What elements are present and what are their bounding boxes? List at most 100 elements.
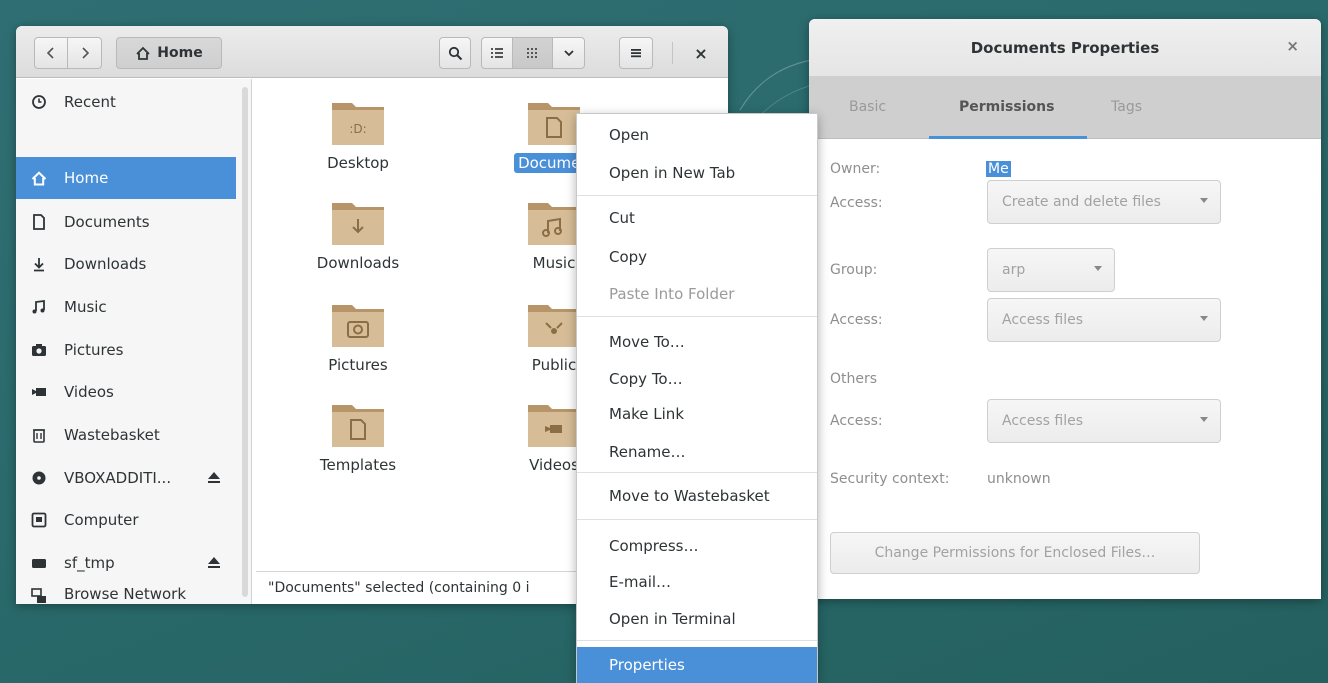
folder-videos-icon: [528, 405, 580, 447]
security-context-value: unknown: [987, 471, 1051, 487]
list-view-button[interactable]: [481, 37, 513, 69]
dropdown-arrow-icon: [1200, 198, 1208, 203]
group-dropdown[interactable]: arp: [987, 248, 1115, 292]
sidebar-item-label: Documents: [64, 213, 150, 231]
app-menu-button[interactable]: [619, 37, 653, 69]
view-options-button[interactable]: [553, 37, 585, 69]
group-access-label: Access:: [830, 312, 883, 328]
menu-item-make-link[interactable]: Make Link: [577, 396, 817, 432]
sidebar-item-label: Recent: [64, 93, 116, 111]
sidebar-item-videos[interactable]: Videos: [16, 371, 236, 413]
change-permissions-button[interactable]: Change Permissions for Enclosed Files…: [830, 532, 1200, 574]
tab-tags[interactable]: Tags: [1111, 99, 1142, 115]
dropdown-value: Create and delete files: [1002, 194, 1161, 210]
eject-icon[interactable]: [206, 554, 222, 574]
tab-permissions[interactable]: Permissions: [959, 99, 1054, 115]
sidebar-item-label: Home: [64, 169, 109, 187]
group-label: Group:: [830, 262, 878, 278]
others-access-dropdown[interactable]: Access files: [987, 399, 1221, 443]
menu-item-rename[interactable]: Rename…: [577, 434, 817, 470]
menu-item-properties[interactable]: Properties: [577, 647, 817, 683]
eject-icon[interactable]: [206, 469, 222, 489]
sidebar-item-recent[interactable]: Recent: [16, 81, 236, 123]
menu-item-copy[interactable]: Copy: [577, 239, 817, 275]
disc-icon: [28, 467, 50, 489]
menu-item-move-to-wastebasket[interactable]: Move to Wastebasket: [577, 478, 817, 514]
group-access-dropdown[interactable]: Access files: [987, 298, 1221, 342]
document-icon: [28, 211, 50, 233]
menu-item-compress[interactable]: Compress…: [577, 528, 817, 564]
sidebar-item-documents[interactable]: Documents: [16, 201, 236, 243]
sidebar-item-label: Videos: [64, 383, 114, 401]
dropdown-value: Access files: [1002, 413, 1083, 429]
folder-item-templates[interactable]: Templates: [288, 399, 428, 475]
menu-item-paste-into-folder[interactable]: Paste Into Folder: [577, 276, 817, 312]
hamburger-menu-icon: [631, 49, 641, 58]
network-icon: [28, 585, 50, 604]
drive-icon: [28, 552, 50, 574]
location-home-button[interactable]: Home: [116, 37, 222, 69]
menu-item-move-to[interactable]: Move To…: [577, 324, 817, 360]
grid-view-button[interactable]: [513, 37, 553, 69]
folder-name: Desktop: [327, 154, 389, 172]
music-icon: [28, 296, 50, 318]
sidebar-item-label: sf_tmp: [64, 554, 115, 572]
menu-item-copy-to[interactable]: Copy To…: [577, 361, 817, 397]
sidebar-item-computer[interactable]: Computer: [16, 499, 236, 541]
chevron-right-icon: [81, 47, 89, 59]
sidebar-item-downloads[interactable]: Downloads: [16, 243, 236, 285]
menu-item-open-new-tab[interactable]: Open in New Tab: [577, 155, 817, 191]
context-menu: Open Open in New Tab Cut Copy Paste Into…: [576, 113, 818, 683]
clock-icon: [28, 91, 50, 113]
security-context-label: Security context:: [830, 471, 950, 487]
menu-item-open[interactable]: Open: [577, 117, 817, 153]
folder-name: Videos: [529, 456, 579, 474]
svg-text::D:: :D:: [349, 122, 366, 136]
folder-item-downloads[interactable]: Downloads: [288, 197, 428, 273]
back-button[interactable]: [34, 37, 68, 69]
menu-item-email[interactable]: E-mail…: [577, 564, 817, 600]
search-button[interactable]: [439, 37, 471, 69]
computer-icon: [28, 509, 50, 531]
download-icon: [28, 253, 50, 275]
dropdown-arrow-icon: [1200, 316, 1208, 321]
folder-item-pictures[interactable]: Pictures: [288, 299, 428, 375]
tab-basic[interactable]: Basic: [849, 99, 886, 115]
close-window-button[interactable]: ×: [688, 40, 714, 66]
sidebar-item-browse-network[interactable]: Browse Network: [16, 585, 236, 604]
sidebar-item-label: Computer: [64, 511, 139, 529]
menu-separator: [577, 640, 817, 641]
header-bar: Home ×: [16, 26, 728, 78]
tab-bar: Basic Permissions Tags: [809, 77, 1321, 139]
sidebar-item-music[interactable]: Music: [16, 286, 236, 328]
folder-public-icon: [528, 305, 580, 347]
folder-music-icon: [528, 203, 580, 245]
folder-name: Public: [531, 356, 577, 374]
sidebar-item-sf-tmp[interactable]: sf_tmp: [16, 542, 236, 584]
folder-item-desktop[interactable]: :D: Desktop: [288, 97, 428, 173]
sidebar-item-home[interactable]: Home: [16, 157, 236, 199]
close-dialog-button[interactable]: ×: [1286, 37, 1299, 55]
menu-item-open-in-terminal[interactable]: Open in Terminal: [577, 601, 817, 637]
header-separator: [672, 42, 673, 64]
folder-name: Downloads: [316, 254, 400, 272]
owner-value[interactable]: Me: [986, 161, 1011, 177]
sidebar-item-pictures[interactable]: Pictures: [16, 329, 236, 371]
video-icon: [28, 381, 50, 403]
sidebar-item-label: VBOXADDITI...: [64, 469, 172, 487]
folder-downloads-icon: [332, 203, 384, 245]
search-icon: [448, 46, 462, 60]
owner-label: Owner:: [830, 161, 881, 177]
active-tab-indicator: [929, 136, 1087, 139]
owner-access-dropdown[interactable]: Create and delete files: [987, 180, 1221, 224]
sidebar-item-vboxadditions[interactable]: VBOXADDITI...: [16, 457, 236, 499]
folder-name: Templates: [319, 456, 397, 474]
owner-access-label: Access:: [830, 195, 883, 211]
menu-separator: [577, 519, 817, 520]
forward-button[interactable]: [68, 37, 102, 69]
sidebar-scrollbar[interactable]: [242, 87, 248, 597]
sidebar-item-wastebasket[interactable]: Wastebasket: [16, 414, 236, 456]
menu-item-cut[interactable]: Cut: [577, 200, 817, 236]
chevron-down-icon: [563, 50, 574, 57]
sidebar-item-label: Downloads: [64, 255, 147, 273]
